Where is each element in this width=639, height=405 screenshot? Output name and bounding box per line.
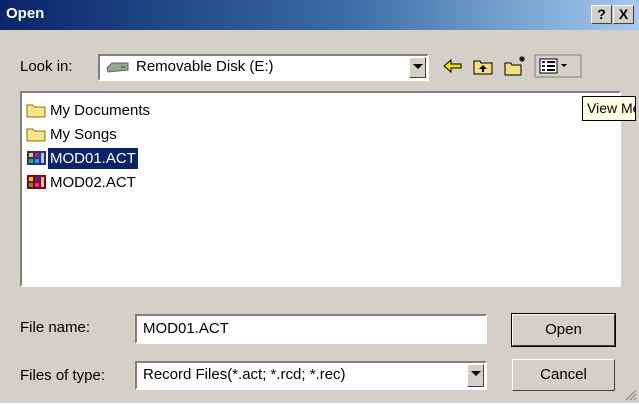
look-in-label: Look in: [20,58,73,75]
file-name-label: MOD01.ACT [48,148,138,169]
up-folder-icon[interactable] [471,54,495,78]
resize-grip-icon[interactable] [624,388,637,401]
act-file-icon [26,174,48,190]
file-name-label: My Songs [50,126,117,143]
file-type-value: Record Files(*.act; *.rcd; *.rec) [143,366,346,383]
file-list[interactable]: My Documents My Songs MOD01.ACT MOD02.AC… [20,91,621,287]
file-name-label: File name: [20,319,91,336]
act-file-icon [26,150,48,166]
open-button[interactable]: Open [511,313,616,347]
folder-icon [26,126,48,142]
title-bar[interactable]: Open ? X [0,0,639,30]
folder-icon [26,102,48,118]
open-dialog: Open ? X Look in: Removable Disk (E:) My… [0,0,639,403]
file-type-label: Files of type: [20,367,106,384]
dialog-title: Open [6,5,45,22]
file-type-dropdown[interactable]: Record Files(*.act; *.rcd; *.rec) [135,361,487,390]
view-menu-icon[interactable] [534,54,582,78]
help-button[interactable]: ? [591,5,612,24]
file-name-label: My Documents [50,102,151,119]
cancel-button[interactable]: Cancel [512,359,615,391]
view-menu-tooltip: View Menu [582,96,636,121]
look-in-dropdown-button[interactable] [409,57,426,78]
file-type-dropdown-button[interactable] [467,364,484,387]
look-in-dropdown[interactable]: Removable Disk (E:) [98,54,429,81]
drive-icon [106,61,130,75]
close-button[interactable]: X [613,5,634,24]
new-folder-icon[interactable] [503,54,527,78]
file-name-input[interactable]: MOD01.ACT [135,314,487,344]
back-icon[interactable] [441,54,465,78]
look-in-value: Removable Disk (E:) [136,58,274,75]
file-name-label: MOD02.ACT [50,174,136,191]
